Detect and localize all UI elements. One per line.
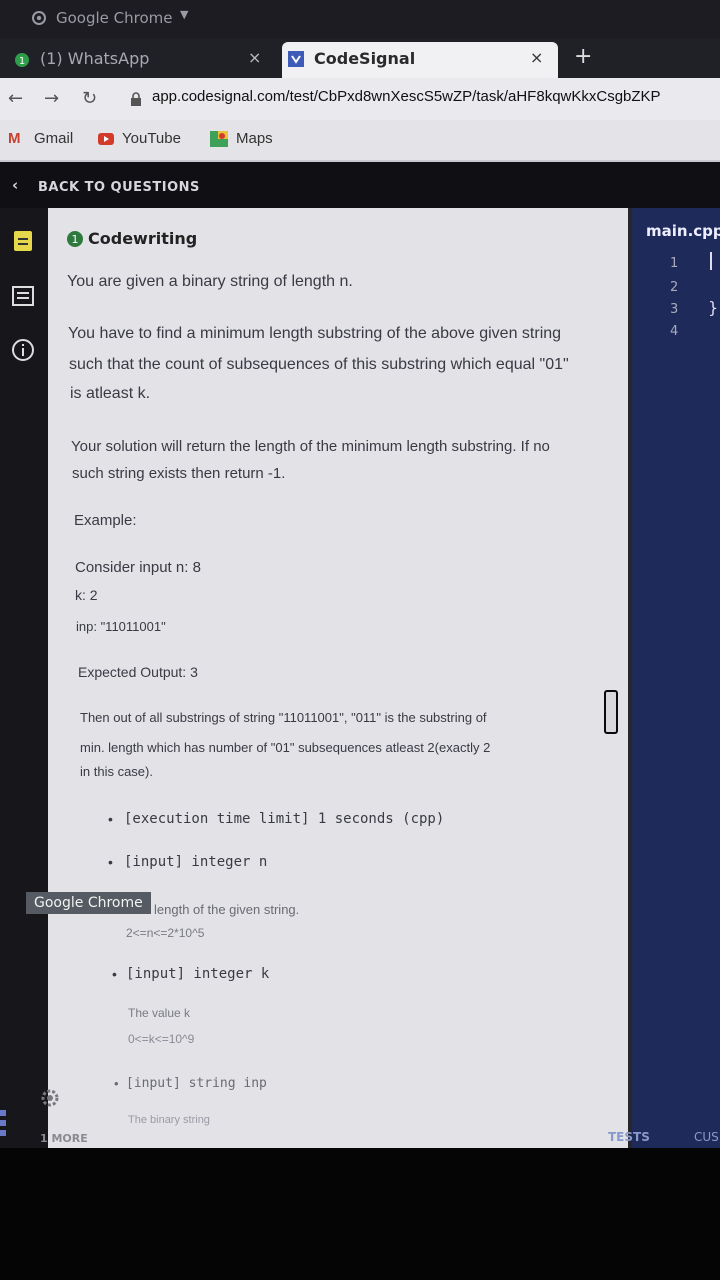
description-line: is atleast k. bbox=[70, 385, 151, 402]
bookmark-maps[interactable]: Maps bbox=[236, 130, 273, 147]
chevron-left-icon[interactable]: ‹ bbox=[12, 176, 19, 194]
line-number: 1 bbox=[670, 256, 679, 271]
constraint-label: [execution time limit] 1 seconds (cpp) bbox=[124, 811, 445, 827]
explanation-line: Then out of all substrings of string "11… bbox=[80, 710, 487, 725]
dots-icon bbox=[0, 1110, 6, 1136]
svg-text:1: 1 bbox=[19, 56, 25, 67]
custom-tab[interactable]: CUS bbox=[694, 1130, 719, 1144]
settings-gear-icon[interactable] bbox=[40, 1088, 60, 1108]
description-line: such that the count of subsequences of t… bbox=[69, 356, 569, 373]
example-label: Example: bbox=[74, 512, 137, 529]
app-header: ‹ BACK TO QUESTIONS bbox=[0, 162, 720, 208]
line-number: 3 bbox=[670, 302, 679, 317]
url-field[interactable]: app.codesignal.com/test/CbPxd8wnXescS5wZ… bbox=[152, 88, 661, 105]
task-description-panel: 1 Codewriting You are given a binary str… bbox=[48, 208, 628, 1148]
constraint-range: 0<=k<=10^9 bbox=[128, 1032, 195, 1046]
code-brace: } bbox=[708, 298, 719, 317]
lock-icon bbox=[131, 92, 141, 106]
chevron-down-icon[interactable]: ▼ bbox=[180, 8, 188, 21]
text-cursor bbox=[710, 252, 712, 270]
left-rail bbox=[0, 208, 48, 1148]
codewriting-icon: 1 bbox=[67, 231, 83, 247]
new-tab-button[interactable]: + bbox=[574, 44, 592, 69]
bullet-icon: • bbox=[108, 854, 113, 870]
tab-label: (1) WhatsApp bbox=[40, 49, 150, 68]
line-number: 4 bbox=[670, 324, 679, 339]
back-arrow-icon[interactable]: ← bbox=[8, 88, 23, 109]
line-number: 2 bbox=[670, 280, 679, 295]
tooltip: Google Chrome bbox=[26, 892, 151, 914]
constraint-desc: The binary string bbox=[128, 1114, 210, 1126]
bullet-icon: • bbox=[114, 1076, 119, 1091]
explanation-line: in this case). bbox=[80, 764, 153, 779]
address-bar: ← → ↻ app.codesignal.com/test/CbPxd8wnXe… bbox=[0, 78, 720, 120]
screen-bezel bbox=[0, 1148, 720, 1280]
explanation-line: min. length which has number of "01" sub… bbox=[80, 740, 491, 755]
constraint-range: 2<=n<=2*10^5 bbox=[126, 926, 205, 940]
bookmark-youtube[interactable]: YouTube bbox=[122, 130, 181, 147]
forward-arrow-icon[interactable]: → bbox=[44, 88, 59, 109]
constraint-label: [input] string inp bbox=[126, 1076, 267, 1091]
example-line: Consider input n: 8 bbox=[75, 559, 201, 576]
window-title-bar: Google Chrome ▼ bbox=[0, 0, 720, 38]
description-line: You are given a binary string of length … bbox=[67, 273, 353, 290]
bookmarks-bar: M Gmail YouTube Maps bbox=[0, 120, 720, 162]
tab-codesignal[interactable]: CodeSignal × bbox=[282, 42, 558, 78]
description-line: such string exists then return -1. bbox=[72, 465, 286, 482]
list-icon[interactable] bbox=[12, 286, 34, 306]
document-icon[interactable] bbox=[12, 230, 34, 252]
reload-icon[interactable]: ↻ bbox=[82, 88, 97, 109]
svg-text:1: 1 bbox=[72, 233, 79, 246]
whatsapp-icon: 1 bbox=[15, 53, 29, 67]
section-title: Codewriting bbox=[88, 229, 198, 248]
youtube-icon bbox=[98, 133, 114, 145]
back-to-questions-link[interactable]: BACK TO QUESTIONS bbox=[38, 180, 200, 195]
resize-handle[interactable] bbox=[604, 690, 618, 734]
close-icon[interactable]: × bbox=[530, 48, 543, 67]
editor-filename[interactable]: main.cpp bbox=[646, 222, 720, 240]
tests-tab[interactable]: TESTS bbox=[608, 1130, 650, 1144]
description-line: You have to find a minimum length substr… bbox=[68, 325, 562, 342]
more-button[interactable]: 1 MORE bbox=[40, 1132, 88, 1145]
tab-label: CodeSignal bbox=[314, 49, 416, 68]
bullet-icon: • bbox=[108, 811, 113, 827]
constraint-desc: length of the given string. bbox=[154, 902, 300, 917]
expected-output: Expected Output: 3 bbox=[78, 664, 198, 680]
info-icon[interactable] bbox=[11, 338, 35, 362]
gmail-icon: M bbox=[8, 130, 21, 147]
example-line: k: 2 bbox=[75, 587, 98, 603]
constraint-desc: The value k bbox=[128, 1006, 191, 1020]
chrome-icon bbox=[32, 11, 46, 25]
description-line: Your solution will return the length of … bbox=[71, 438, 550, 455]
codesignal-icon bbox=[288, 51, 304, 67]
close-icon[interactable]: × bbox=[248, 48, 261, 67]
constraint-label: [input] integer k bbox=[126, 966, 270, 982]
maps-icon bbox=[210, 131, 228, 147]
tab-strip: 1 (1) WhatsApp × CodeSignal × + bbox=[0, 38, 720, 78]
bullet-icon: • bbox=[112, 966, 117, 982]
code-editor[interactable]: main.cpp 1 2 3 4 } TESTS CUS bbox=[608, 208, 720, 1148]
example-line: inp: "11011001" bbox=[76, 619, 166, 634]
tab-whatsapp[interactable]: 1 (1) WhatsApp × bbox=[0, 42, 280, 78]
bookmark-gmail[interactable]: Gmail bbox=[34, 130, 73, 147]
constraint-label: [input] integer n bbox=[124, 854, 268, 870]
window-title: Google Chrome bbox=[56, 9, 173, 27]
